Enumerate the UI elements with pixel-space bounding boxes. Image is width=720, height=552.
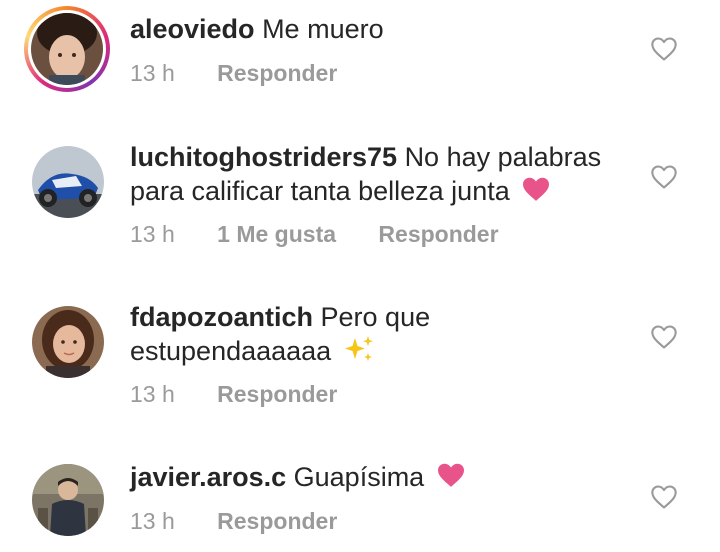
comment-username[interactable]: fdapozoantich	[130, 302, 313, 332]
avatar[interactable]	[32, 306, 104, 378]
sparkles-icon	[343, 334, 375, 372]
comment-time: 13 h	[130, 221, 175, 247]
likes-count-button[interactable]: 1 Me gusta	[217, 221, 336, 248]
comment-meta: 13 h Responder	[130, 508, 373, 535]
pink-heart-icon	[521, 176, 551, 210]
reply-button[interactable]: Responder	[217, 508, 337, 535]
comment-body: Me muero	[262, 14, 384, 44]
reply-button[interactable]: Responder	[217, 60, 337, 87]
comment-time: 13 h	[130, 508, 175, 534]
comment-text: aleoviedo Me muero	[130, 12, 630, 46]
heart-outline-icon[interactable]	[650, 324, 678, 350]
heart-outline-icon[interactable]	[650, 36, 678, 62]
comment-meta: 13 h 1 Me gusta Responder	[130, 221, 535, 248]
comment-meta: 13 h Responder	[130, 381, 373, 408]
reply-button[interactable]: Responder	[217, 381, 337, 408]
comment-username[interactable]: aleoviedo	[130, 14, 255, 44]
avatar[interactable]	[32, 464, 104, 536]
avatar[interactable]	[32, 146, 104, 218]
pink-heart-icon	[436, 462, 466, 496]
comment-meta: 13 h Responder	[130, 60, 373, 87]
heart-outline-icon[interactable]	[650, 164, 678, 190]
comment-text: luchitoghostriders75 No hay palabras par…	[130, 140, 630, 210]
comment-time: 13 h	[130, 381, 175, 407]
reply-button[interactable]: Responder	[378, 221, 498, 248]
story-ring[interactable]	[24, 6, 110, 92]
avatar[interactable]	[31, 13, 103, 85]
heart-outline-icon[interactable]	[650, 484, 678, 510]
comment-list: aleoviedo Me muero 13 h Responder luchit…	[0, 0, 720, 552]
comment-username[interactable]: luchitoghostriders75	[130, 142, 397, 172]
comment-text: javier.aros.c Guapísima	[130, 460, 630, 496]
comment-username[interactable]: javier.aros.c	[130, 462, 286, 492]
comment-time: 13 h	[130, 60, 175, 86]
comment-body: Guapísima	[293, 462, 425, 492]
comment-text: fdapozoantich Pero que estupendaaaaaa	[130, 300, 630, 372]
